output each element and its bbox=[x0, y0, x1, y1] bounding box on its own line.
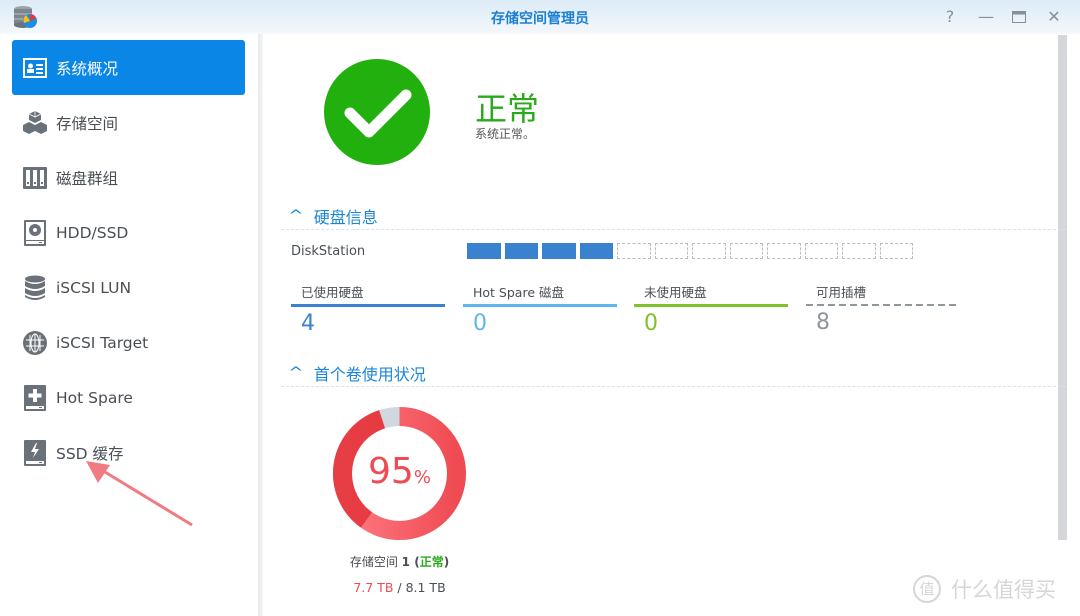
title-bar[interactable]: 存储空间管理员 ? — ✕ bbox=[0, 0, 1080, 34]
chevron-up-icon: ^ bbox=[288, 208, 304, 224]
stat-value: 0 bbox=[473, 311, 487, 336]
sidebar-item-label: HDD/SSD bbox=[56, 223, 129, 242]
minimize-icon: — bbox=[978, 7, 994, 26]
sidebar-item-disk-group[interactable]: 磁盘群组 bbox=[12, 150, 245, 205]
stat-bar bbox=[634, 304, 788, 307]
sidebar-item-hot-spare[interactable]: Hot Spare bbox=[12, 370, 245, 425]
status-description: 系统正常。 bbox=[475, 127, 536, 141]
disk-slot-empty[interactable] bbox=[804, 243, 838, 259]
sidebar-item-hdd-ssd[interactable]: HDD/SSD bbox=[12, 205, 245, 260]
stat-available-slots: 可用插槽 8 bbox=[806, 282, 960, 335]
stat-value: 0 bbox=[644, 311, 658, 336]
sidebar-item-iscsi-target[interactable]: iSCSI Target bbox=[12, 315, 245, 370]
disk-slot-empty[interactable] bbox=[654, 243, 688, 259]
disk-slot-empty[interactable] bbox=[692, 243, 726, 259]
close-button[interactable]: ✕ bbox=[1043, 6, 1065, 28]
disk-slot-map bbox=[467, 243, 913, 259]
watermark-badge: 值 bbox=[913, 575, 941, 603]
divider bbox=[281, 386, 1066, 387]
stat-label: 已使用硬盘 bbox=[301, 285, 364, 300]
globe-icon bbox=[22, 330, 48, 356]
stat-value: 8 bbox=[816, 310, 830, 335]
stat-hot-spare-disks: Hot Spare 磁盘 0 bbox=[463, 282, 617, 336]
sidebar-item-label: Hot Spare bbox=[56, 388, 133, 407]
disk-slot-used[interactable] bbox=[542, 243, 576, 259]
volume-name[interactable]: 存储空间 1 (正常) bbox=[333, 553, 466, 570]
sidebar-item-iscsi-lun[interactable]: iSCSI LUN bbox=[12, 260, 245, 315]
stat-bar bbox=[463, 304, 617, 307]
overview-icon bbox=[22, 55, 48, 81]
sidebar-item-label: 存储空间 bbox=[56, 114, 119, 133]
disk-slot-empty[interactable] bbox=[879, 243, 913, 259]
disk-slot-used[interactable] bbox=[579, 243, 613, 259]
section-title: 首个卷使用状况 bbox=[313, 365, 426, 384]
cubes-icon bbox=[22, 110, 48, 136]
stat-label: Hot Spare 磁盘 bbox=[473, 285, 564, 300]
minimize-button[interactable]: — bbox=[975, 6, 997, 28]
stat-bar bbox=[806, 304, 960, 306]
stat-used-disks: 已使用硬盘 4 bbox=[291, 282, 445, 336]
scrollbar[interactable] bbox=[1058, 35, 1067, 540]
section-disk-info-header[interactable]: ^ 硬盘信息 bbox=[288, 204, 378, 228]
disk-slot-used[interactable] bbox=[467, 243, 501, 259]
hot-spare-icon bbox=[22, 384, 48, 411]
volume-status: 正常 bbox=[419, 555, 444, 569]
stat-label: 未使用硬盘 bbox=[644, 285, 707, 300]
volume-size: 7.7 TB / 8.1 TB bbox=[353, 580, 446, 595]
status-title: 正常 bbox=[475, 90, 540, 128]
watermark: 值 什么值得买 bbox=[913, 574, 1056, 604]
stat-bar bbox=[291, 304, 445, 307]
hdd-icon bbox=[22, 219, 48, 246]
maximize-icon bbox=[1012, 11, 1026, 23]
disk-group-icon bbox=[22, 165, 48, 191]
volume-used: 7.7 TB bbox=[353, 580, 394, 595]
stat-label: 可用插槽 bbox=[816, 285, 867, 300]
usage-percent: 95% bbox=[368, 451, 431, 492]
maximize-button[interactable] bbox=[1008, 6, 1030, 28]
sidebar-item-overview[interactable]: 系统概况 bbox=[12, 40, 245, 95]
disk-slot-empty[interactable] bbox=[767, 243, 801, 259]
sidebar-item-label: 系统概况 bbox=[56, 59, 119, 78]
status-ok-icon bbox=[324, 59, 430, 165]
disk-slot-used[interactable] bbox=[504, 243, 538, 259]
section-title: 硬盘信息 bbox=[313, 208, 378, 227]
disk-slot-empty[interactable] bbox=[617, 243, 651, 259]
storage-manager-window: 存储空间管理员 ? — ✕ 系统概况 存储空间 磁盘群组 HDD/SSD iSC… bbox=[0, 0, 1080, 616]
database-icon bbox=[22, 275, 48, 301]
disk-slot-empty[interactable] bbox=[729, 243, 763, 259]
section-volume-usage-header[interactable]: ^ 首个卷使用状况 bbox=[288, 361, 426, 385]
stat-unused-disks: 未使用硬盘 0 bbox=[634, 282, 788, 336]
device-name: DiskStation bbox=[291, 244, 366, 259]
divider bbox=[281, 229, 1066, 230]
ssd-cache-icon bbox=[22, 439, 48, 466]
chevron-up-icon: ^ bbox=[288, 365, 304, 381]
help-button[interactable]: ? bbox=[939, 6, 961, 28]
watermark-text: 什么值得买 bbox=[951, 578, 1056, 602]
sidebar-item-storage-pool[interactable]: 存储空间 bbox=[12, 95, 245, 150]
volume-total: 8.1 TB bbox=[405, 580, 446, 595]
annotation-arrow bbox=[86, 461, 193, 527]
disk-slot-empty[interactable] bbox=[842, 243, 876, 259]
sidebar-item-label: iSCSI Target bbox=[56, 333, 149, 352]
help-icon: ? bbox=[945, 7, 955, 26]
sidebar-item-label: iSCSI LUN bbox=[56, 278, 132, 297]
close-icon: ✕ bbox=[1047, 7, 1061, 26]
stat-value: 4 bbox=[301, 311, 315, 336]
window-title: 存储空间管理员 bbox=[491, 11, 589, 27]
sidebar-item-label: 磁盘群组 bbox=[56, 169, 119, 188]
volume-usage-donut: 95% bbox=[333, 407, 466, 540]
